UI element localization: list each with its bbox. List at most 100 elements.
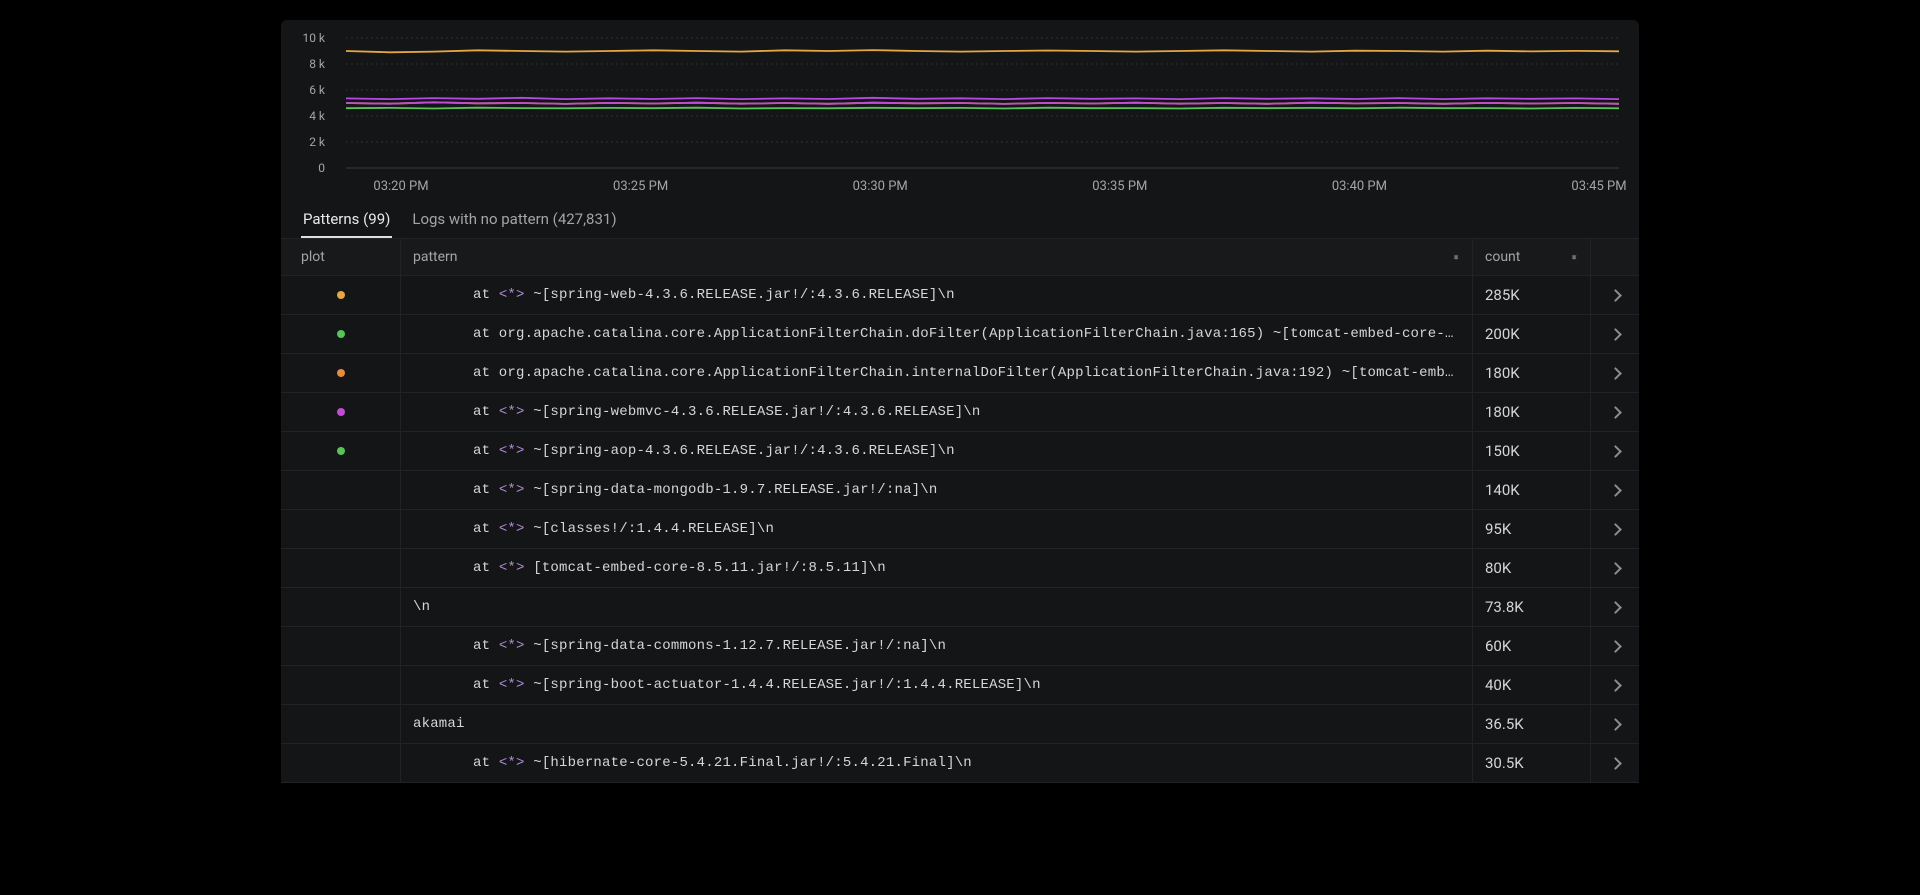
table-row[interactable]: at <*> ~[spring-data-commons-1.12.7.RELE…: [281, 627, 1639, 666]
count-value: 285K: [1485, 286, 1520, 304]
svg-text:8 k: 8 k: [309, 57, 326, 71]
pattern-text: at <*> [tomcat-embed-core-8.5.11.jar!/:8…: [413, 560, 1460, 576]
timeseries-chart[interactable]: 10 k8 k6 k4 k2 k003:20 PM03:25 PM03:30 P…: [281, 20, 1639, 200]
sort-icon: ▲ ▼: [1452, 257, 1460, 258]
plot-cell: [281, 588, 401, 626]
chart-canvas: 10 k8 k6 k4 k2 k003:20 PM03:25 PM03:30 P…: [281, 20, 1639, 200]
count-value: 140K: [1485, 481, 1520, 499]
expand-button[interactable]: [1591, 666, 1639, 704]
chevron-right-icon: [1609, 367, 1622, 380]
column-header-plot-label: plot: [301, 249, 325, 265]
pattern-text: at <*> ~[spring-data-mongodb-1.9.7.RELEA…: [413, 482, 1460, 498]
pattern-text: at <*> ~[spring-aop-4.3.6.RELEASE.jar!/:…: [413, 443, 1460, 459]
count-value: 150K: [1485, 442, 1520, 460]
table-row[interactable]: at org.apache.catalina.core.ApplicationF…: [281, 315, 1639, 354]
count-value: 36.5K: [1485, 715, 1524, 733]
expand-button[interactable]: [1591, 588, 1639, 626]
expand-button[interactable]: [1591, 315, 1639, 353]
table-row[interactable]: at <*> ~[spring-webmvc-4.3.6.RELEASE.jar…: [281, 393, 1639, 432]
plot-cell: [281, 354, 401, 392]
plot-cell: [281, 744, 401, 782]
tabs: Patterns (99) Logs with no pattern (427,…: [281, 200, 1639, 239]
svg-text:03:30 PM: 03:30 PM: [853, 179, 908, 194]
series-dot: [337, 330, 345, 338]
chevron-right-icon: [1609, 289, 1622, 302]
count-value: 180K: [1485, 364, 1520, 382]
table-row[interactable]: at <*> [tomcat-embed-core-8.5.11.jar!/:8…: [281, 549, 1639, 588]
series-dot: [337, 369, 345, 377]
count-cell: 36.5K: [1473, 705, 1591, 743]
expand-button[interactable]: [1591, 549, 1639, 587]
pattern-text: at <*> ~[spring-data-commons-1.12.7.RELE…: [413, 638, 1460, 654]
chevron-right-icon: [1609, 445, 1622, 458]
pattern-cell: at <*> [tomcat-embed-core-8.5.11.jar!/:8…: [401, 549, 1473, 587]
svg-text:03:45 PM: 03:45 PM: [1571, 179, 1626, 194]
pattern-text: at <*> ~[spring-webmvc-4.3.6.RELEASE.jar…: [413, 404, 1460, 420]
svg-text:03:20 PM: 03:20 PM: [373, 179, 428, 194]
chevron-right-icon: [1609, 679, 1622, 692]
svg-text:03:25 PM: 03:25 PM: [613, 179, 668, 194]
table-row[interactable]: at org.apache.catalina.core.ApplicationF…: [281, 354, 1639, 393]
column-header-plot[interactable]: plot: [281, 239, 401, 275]
column-header-count-label: count: [1485, 249, 1520, 265]
count-value: 30.5K: [1485, 754, 1524, 772]
pattern-cell: at <*> ~[spring-boot-actuator-1.4.4.RELE…: [401, 666, 1473, 704]
table-row[interactable]: at <*> ~[spring-boot-actuator-1.4.4.RELE…: [281, 666, 1639, 705]
log-patterns-panel: 10 k8 k6 k4 k2 k003:20 PM03:25 PM03:30 P…: [281, 20, 1639, 783]
chevron-right-icon: [1609, 757, 1622, 770]
count-value: 180K: [1485, 403, 1520, 421]
plot-cell: [281, 510, 401, 548]
table-row[interactable]: akamai36.5K: [281, 705, 1639, 744]
expand-button[interactable]: [1591, 705, 1639, 743]
count-cell: 285K: [1473, 276, 1591, 314]
pattern-cell: at <*> ~[classes!/:1.4.4.RELEASE]\n: [401, 510, 1473, 548]
pattern-cell: at org.apache.catalina.core.ApplicationF…: [401, 354, 1473, 392]
pattern-text: at <*> ~[spring-web-4.3.6.RELEASE.jar!/:…: [413, 287, 1460, 303]
chevron-right-icon: [1609, 562, 1622, 575]
count-cell: 60K: [1473, 627, 1591, 665]
pattern-cell: at <*> ~[hibernate-core-5.4.21.Final.jar…: [401, 744, 1473, 782]
chevron-right-icon: [1609, 406, 1622, 419]
expand-button[interactable]: [1591, 744, 1639, 782]
expand-button[interactable]: [1591, 354, 1639, 392]
count-value: 200K: [1485, 325, 1520, 343]
app-screen: 10 k8 k6 k4 k2 k003:20 PM03:25 PM03:30 P…: [0, 0, 1920, 895]
plot-cell: [281, 432, 401, 470]
chevron-right-icon: [1609, 484, 1622, 497]
count-cell: 95K: [1473, 510, 1591, 548]
table-row[interactable]: \n73.8K: [281, 588, 1639, 627]
svg-text:10 k: 10 k: [302, 31, 325, 45]
count-cell: 30.5K: [1473, 744, 1591, 782]
count-cell: 40K: [1473, 666, 1591, 704]
column-header-pattern[interactable]: pattern ▲ ▼: [401, 239, 1473, 275]
svg-text:2 k: 2 k: [309, 135, 326, 149]
column-header-pattern-label: pattern: [413, 249, 458, 265]
pattern-text: at <*> ~[hibernate-core-5.4.21.Final.jar…: [413, 755, 1460, 771]
plot-cell: [281, 393, 401, 431]
table-row[interactable]: at <*> ~[spring-data-mongodb-1.9.7.RELEA…: [281, 471, 1639, 510]
pattern-cell: \n: [401, 588, 1473, 626]
table-row[interactable]: at <*> ~[spring-web-4.3.6.RELEASE.jar!/:…: [281, 276, 1639, 315]
table-row[interactable]: at <*> ~[hibernate-core-5.4.21.Final.jar…: [281, 744, 1639, 783]
pattern-text: at <*> ~[classes!/:1.4.4.RELEASE]\n: [413, 521, 1460, 537]
tab-no-pattern[interactable]: Logs with no pattern (427,831): [410, 200, 618, 238]
table-header: plot pattern ▲ ▼ count ▲ ▼: [281, 239, 1639, 276]
count-value: 80K: [1485, 559, 1511, 577]
count-cell: 180K: [1473, 393, 1591, 431]
table-row[interactable]: at <*> ~[spring-aop-4.3.6.RELEASE.jar!/:…: [281, 432, 1639, 471]
expand-button[interactable]: [1591, 510, 1639, 548]
plot-cell: [281, 627, 401, 665]
expand-button[interactable]: [1591, 276, 1639, 314]
table-row[interactable]: at <*> ~[classes!/:1.4.4.RELEASE]\n 95K: [281, 510, 1639, 549]
column-header-count[interactable]: count ▲ ▼: [1473, 239, 1591, 275]
tab-patterns[interactable]: Patterns (99): [301, 200, 392, 238]
svg-text:03:40 PM: 03:40 PM: [1332, 179, 1387, 194]
count-cell: 180K: [1473, 354, 1591, 392]
expand-button[interactable]: [1591, 432, 1639, 470]
expand-button[interactable]: [1591, 393, 1639, 431]
count-cell: 140K: [1473, 471, 1591, 509]
count-value: 40K: [1485, 676, 1511, 694]
svg-text:4 k: 4 k: [309, 109, 326, 123]
expand-button[interactable]: [1591, 627, 1639, 665]
expand-button[interactable]: [1591, 471, 1639, 509]
